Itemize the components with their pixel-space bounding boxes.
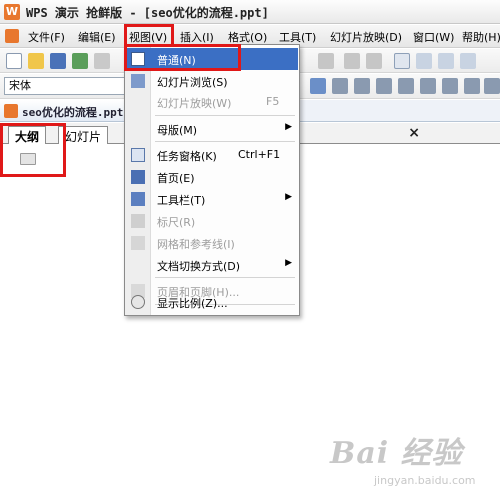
menu-item-grid[interactable]: 网格和参考线(I) (126, 232, 298, 254)
menu-window[interactable]: 窗口(W) (413, 29, 454, 45)
distribute-icon[interactable] (376, 78, 392, 94)
menu-item-task-pane[interactable]: 任务窗格(K) Ctrl+F1 (126, 144, 298, 166)
zoom-icon (131, 295, 145, 309)
undo-icon[interactable] (344, 53, 360, 69)
title-bar: W WPS 演示 抢鲜版 - [seo优化的流程.ppt] (0, 0, 500, 24)
save-icon[interactable] (50, 53, 66, 69)
submenu-arrow-icon: ▶ (285, 192, 292, 202)
menu-item-master[interactable]: 母版(M) ▶ (126, 118, 298, 140)
align-center-icon[interactable] (310, 78, 326, 94)
increase-indent-icon[interactable] (442, 78, 458, 94)
submenu-arrow-icon: ▶ (285, 258, 292, 268)
menu-item-doc-switch[interactable]: 文档切换方式(D) ▶ (126, 254, 298, 276)
menu-item-zoom[interactable]: 显示比例(Z)... (126, 291, 298, 313)
task-pane-icon (131, 148, 145, 162)
line-spacing-icon[interactable] (484, 78, 500, 94)
document-tab[interactable]: seo优化的流程.ppt (0, 100, 125, 122)
menu-edit[interactable]: 编辑(E) (78, 29, 116, 45)
chart-icon[interactable] (438, 53, 454, 69)
watermark-url: jingyan.baidu.com (374, 474, 476, 487)
toolbar-icon (131, 192, 145, 206)
wps-app-icon: W (4, 4, 20, 20)
view-dropdown-menu: 普通(N) 幻灯片浏览(S) 幻灯片放映(W) F5 母版(M) ▶ 任务窗格(… (124, 44, 300, 316)
brush-icon[interactable] (318, 53, 334, 69)
font-name-select[interactable]: 宋体 (4, 77, 126, 95)
formula-icon[interactable] (394, 53, 410, 69)
picture-icon[interactable] (460, 53, 476, 69)
wps-menu-icon[interactable] (5, 29, 19, 43)
home-page-icon (131, 170, 145, 184)
watermark-brand: Bai 经验 (330, 436, 463, 471)
highlight-normal-item (124, 44, 241, 71)
close-pane-icon[interactable]: × (408, 125, 420, 141)
baidu-watermark: Bai 经验 jingyan.baidu.com (330, 428, 490, 496)
justify-icon[interactable] (354, 78, 370, 94)
ruler-icon (131, 214, 145, 228)
menu-slideshow[interactable]: 幻灯片放映(D) (330, 29, 402, 45)
submenu-arrow-icon: ▶ (285, 122, 292, 132)
mail-icon[interactable] (72, 53, 88, 69)
menu-tools[interactable]: 工具(T) (279, 29, 316, 45)
numbering-icon[interactable] (420, 78, 436, 94)
decrease-indent-icon[interactable] (464, 78, 480, 94)
menu-item-home[interactable]: 首页(E) (126, 166, 298, 188)
menu-file[interactable]: 文件(F) (28, 29, 65, 45)
new-document-icon[interactable] (6, 53, 22, 69)
redo-icon[interactable] (366, 53, 382, 69)
document-tab-label: seo优化的流程.ppt (22, 106, 124, 119)
presentation-file-icon (4, 104, 18, 118)
menu-item-slide-sorter[interactable]: 幻灯片浏览(S) (126, 70, 298, 92)
grid-icon (131, 236, 145, 250)
slide-sorter-icon (131, 74, 145, 88)
print-icon[interactable] (94, 53, 110, 69)
menu-separator (155, 141, 295, 142)
bullets-icon[interactable] (398, 78, 414, 94)
menu-separator (155, 115, 295, 116)
menu-item-slideshow[interactable]: 幻灯片放映(W) F5 (126, 91, 298, 113)
align-right-icon[interactable] (332, 78, 348, 94)
table-icon[interactable] (416, 53, 432, 69)
window-title: WPS 演示 抢鲜版 - [seo优化的流程.ppt] (26, 6, 269, 20)
menu-insert[interactable]: 插入(I) (180, 29, 214, 45)
highlight-outline-tab (0, 123, 66, 177)
menu-format[interactable]: 格式(O) (228, 29, 267, 45)
menu-item-ruler[interactable]: 标尺(R) (126, 210, 298, 232)
menu-help[interactable]: 帮助(H) (462, 29, 500, 45)
open-folder-icon[interactable] (28, 53, 44, 69)
menu-item-toolbars[interactable]: 工具栏(T) ▶ (126, 188, 298, 210)
menu-separator (155, 277, 295, 278)
